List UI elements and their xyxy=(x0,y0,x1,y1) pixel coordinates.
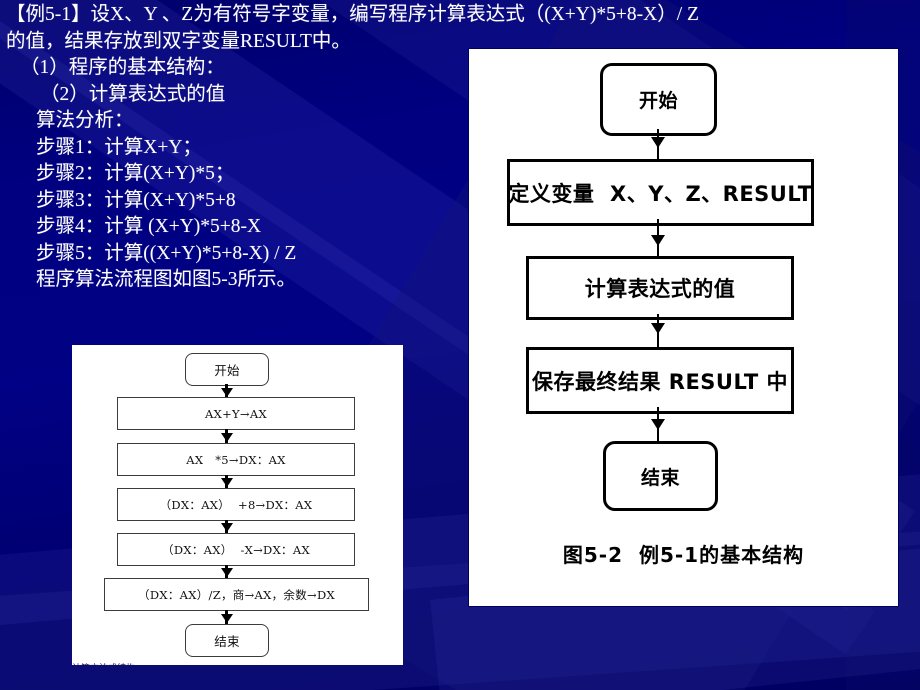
flow-arrow-icon xyxy=(221,614,233,623)
body-line-title: 【例5-1】设X、Y 、Z为有符号字变量，编写程序计算表达式（(X+Y)*5+8… xyxy=(6,4,699,25)
figure-caption-right: 图5-2 例5-1的基本结构 xyxy=(562,543,805,567)
flow-arrow-icon xyxy=(651,137,665,148)
flow-node-left-mul: AX *5→DX：AX xyxy=(117,443,355,476)
flow-node-left-plus8: （DX：AX） +8→DX：AX xyxy=(117,488,355,521)
flowchart-basic-structure: 开始 定义变量 X、Y、Z、RESULT 计算表达式的值 保存最终结果 RESU… xyxy=(469,49,898,606)
flow-arrow-icon xyxy=(651,235,665,246)
flow-node-left-subx: （DX：AX） -X→DX：AX xyxy=(117,533,355,566)
flow-arrow-icon xyxy=(221,523,233,532)
flow-arrow-icon xyxy=(651,419,665,430)
flow-node-left-end: 结束 xyxy=(185,624,269,657)
flow-node-left-add: AX+Y→AX xyxy=(117,397,355,430)
flow-node-left-start: 开始 xyxy=(185,353,269,386)
presentation-slide: 【例5-1】设X、Y 、Z为有符号字变量，编写程序计算表达式（(X+Y)*5+8… xyxy=(0,0,920,690)
flowchart-program-algorithm: 开始 AX+Y→AX AX *5→DX：AX （DX：AX） +8→DX：AX … xyxy=(72,345,403,665)
flow-arrow-icon xyxy=(221,568,233,577)
figure-caption-left: 计算方法或结构 xyxy=(72,661,272,665)
flow-node-save: 保存最终结果 RESULT 中 xyxy=(526,347,794,414)
figure-panel-right: 开始 定义变量 X、Y、Z、RESULT 计算表达式的值 保存最终结果 RESU… xyxy=(468,48,899,607)
flow-arrow-icon xyxy=(221,478,233,487)
flow-node-start: 开始 xyxy=(600,63,717,136)
flow-node-end: 结束 xyxy=(603,441,718,511)
flow-arrow-icon xyxy=(221,388,233,397)
flow-node-left-div: （DX：AX）/Z，商→AX，余数→DX xyxy=(104,578,369,611)
flow-node-compute: 计算表达式的值 xyxy=(526,256,794,320)
flow-node-declare: 定义变量 X、Y、Z、RESULT xyxy=(507,159,814,226)
flow-arrow-icon xyxy=(651,323,665,334)
figure-panel-left: 开始 AX+Y→AX AX *5→DX：AX （DX：AX） +8→DX：AX … xyxy=(72,345,403,665)
flow-arrow-icon xyxy=(221,433,233,442)
